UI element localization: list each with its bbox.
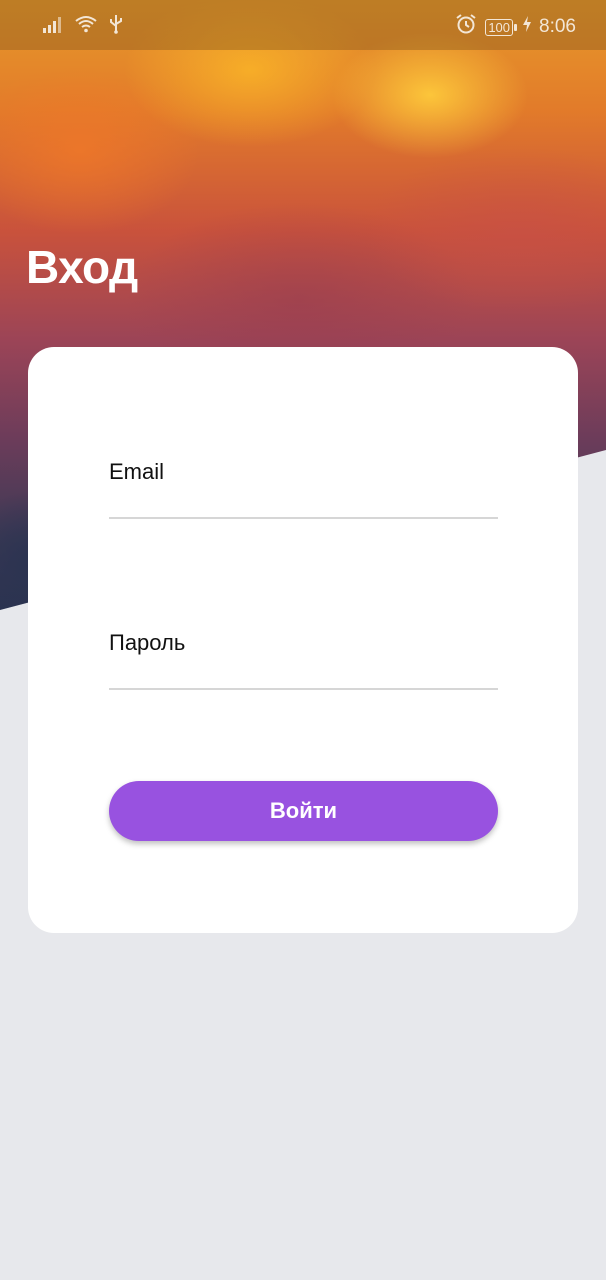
status-bar: 100 8:06 [0,0,606,50]
clock-time: 8:06 [539,16,576,37]
password-underline [109,688,498,690]
signal-icon [42,15,64,39]
email-label: Email [109,459,165,484]
charging-icon [523,16,532,38]
page-title: Вход [26,241,138,293]
email-underline [109,517,498,519]
email-field[interactable]: Email [109,459,498,521]
alarm-icon [455,13,477,41]
usb-icon [108,14,124,40]
battery-icon: 100 [485,18,517,36]
login-card: Email Пароль Войти [28,347,578,933]
password-field[interactable]: Пароль [109,630,498,692]
login-button[interactable]: Войти [109,781,498,841]
password-label: Пароль [109,630,186,655]
wifi-icon [74,14,98,40]
